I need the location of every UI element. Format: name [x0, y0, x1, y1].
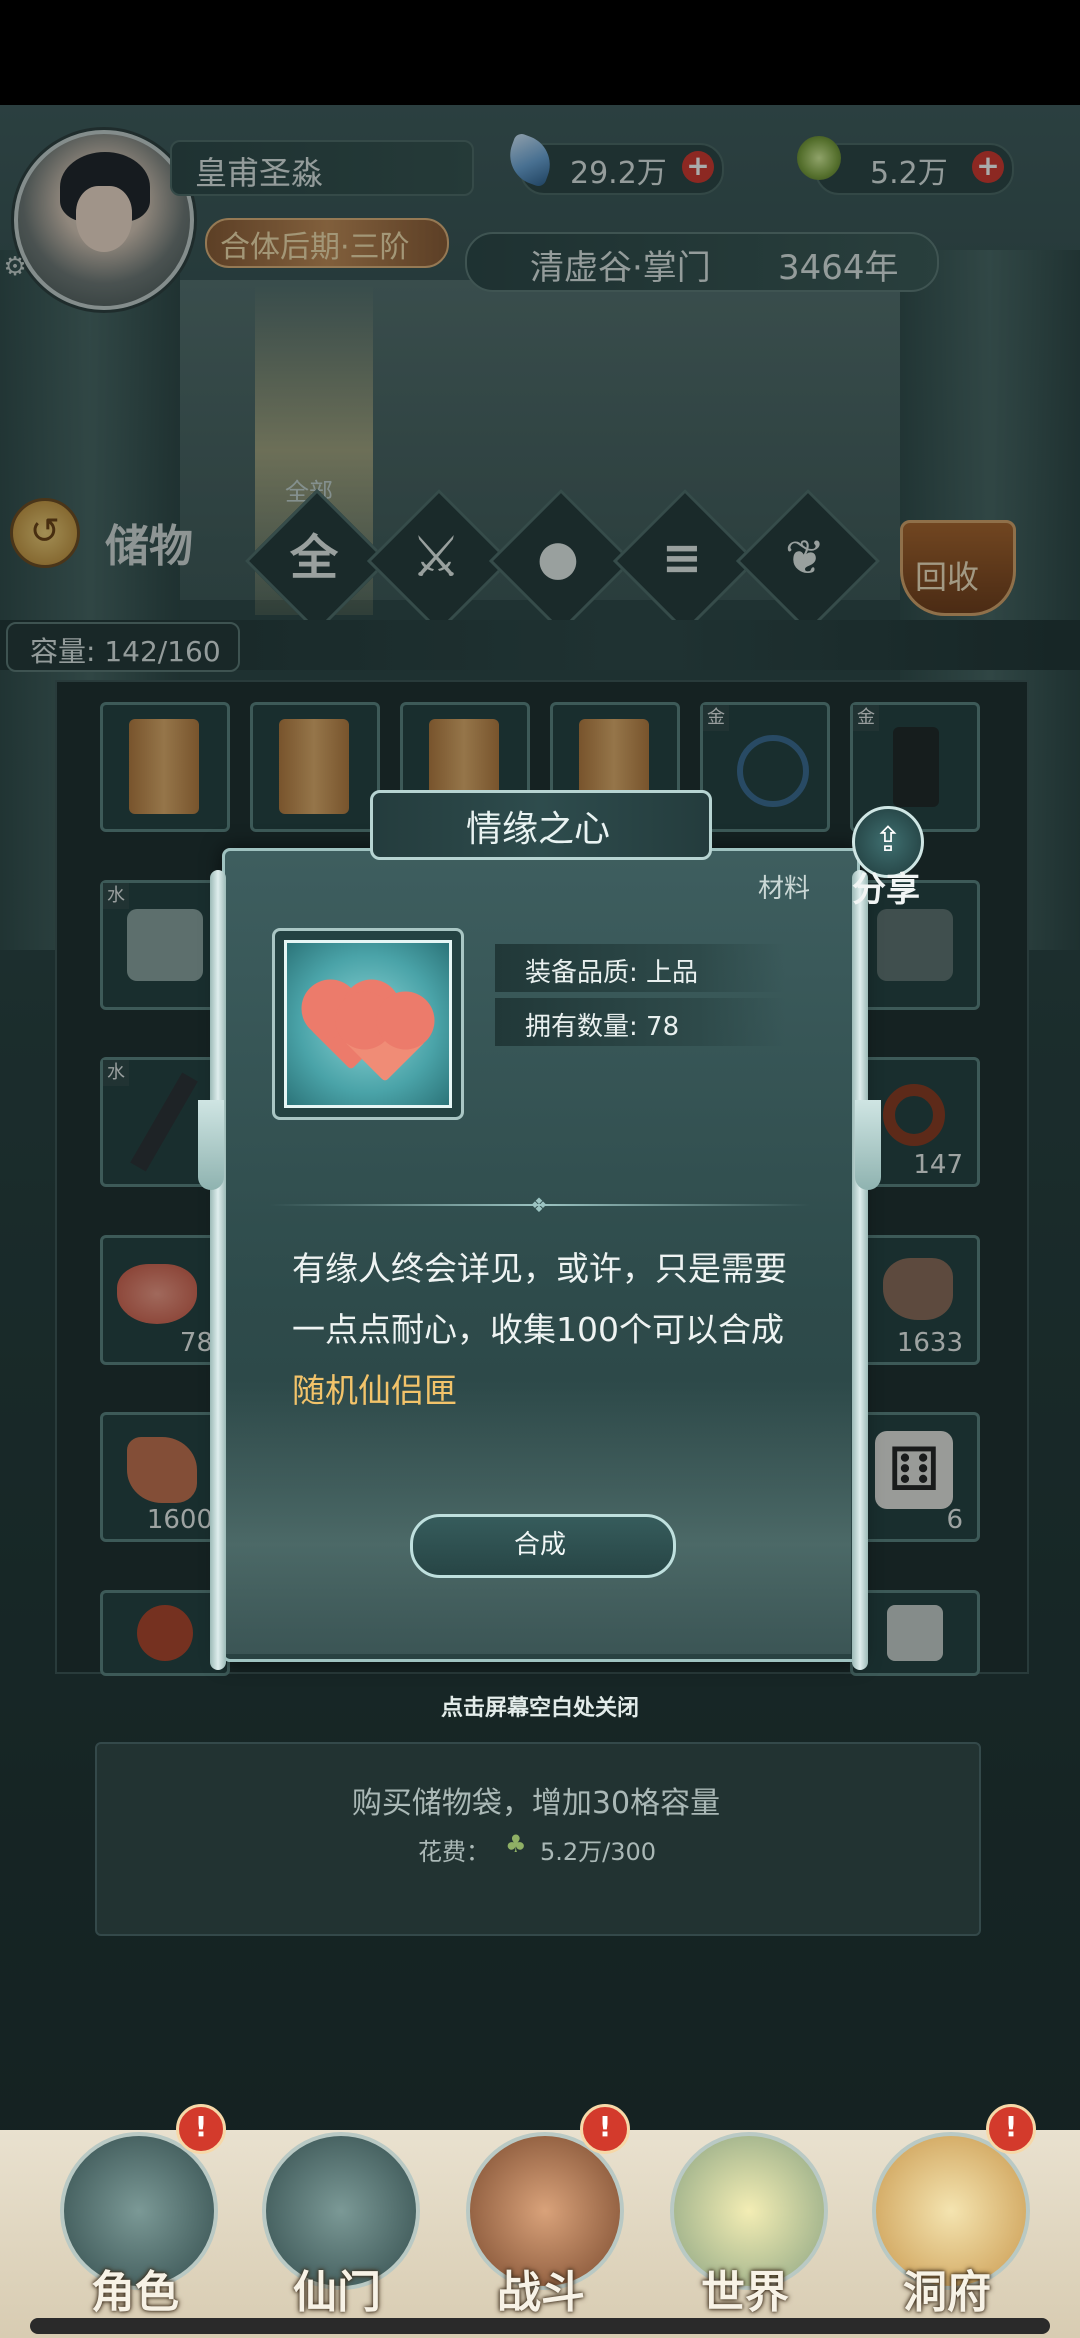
- close-hint: 点击屏幕空白处关闭: [440, 1696, 639, 1721]
- cost-value: 5.2万/300: [540, 1838, 657, 1866]
- tassel-left: [198, 1100, 224, 1190]
- item-owned-count: 拥有数量: 78: [525, 1012, 680, 1042]
- alert-badge: !: [176, 2104, 226, 2154]
- description-text: 有缘人终会详见，或许，只是需要一点点耐心，收集100个可以合成: [292, 1249, 787, 1349]
- tassel-right: [855, 1100, 881, 1190]
- nav-item-battle[interactable]: 战斗: [466, 2256, 616, 2320]
- nav-item-character[interactable]: 角色: [60, 2256, 210, 2320]
- item-quality: 装备品质: 上品: [525, 958, 699, 988]
- description-highlight: 随机仙侣匣: [292, 1371, 457, 1410]
- nav-item-cave[interactable]: 洞府: [872, 2256, 1022, 2320]
- nav-item-world[interactable]: 世界: [670, 2256, 820, 2320]
- system-nav-bar: [30, 2318, 1050, 2334]
- buy-storage-text: 购买储物袋，增加30格容量: [351, 1786, 721, 1821]
- share-label[interactable]: 分享: [852, 862, 920, 911]
- status-bar: [0, 0, 1080, 105]
- item-description: 有缘人终会详见，或许，只是需要一点点耐心，收集100个可以合成随机仙侣匣: [292, 1238, 812, 1421]
- cost-label: 花费：: [418, 1838, 490, 1866]
- synthesize-label[interactable]: 合成: [410, 1524, 670, 1561]
- buy-storage-panel[interactable]: [95, 1742, 981, 1936]
- item-type: 材料: [758, 874, 811, 904]
- scroll-rod-left: [210, 870, 226, 1670]
- nav-item-sect[interactable]: 仙门: [262, 2256, 412, 2320]
- alert-badge: !: [986, 2104, 1036, 2154]
- scroll-rod-right: [852, 870, 868, 1670]
- dialog-title: 情缘之心: [465, 809, 610, 850]
- alert-badge: !: [580, 2104, 630, 2154]
- spirit-herb-icon: ♣: [505, 1830, 527, 1858]
- divider-ornament-icon: ❖: [530, 1193, 548, 1217]
